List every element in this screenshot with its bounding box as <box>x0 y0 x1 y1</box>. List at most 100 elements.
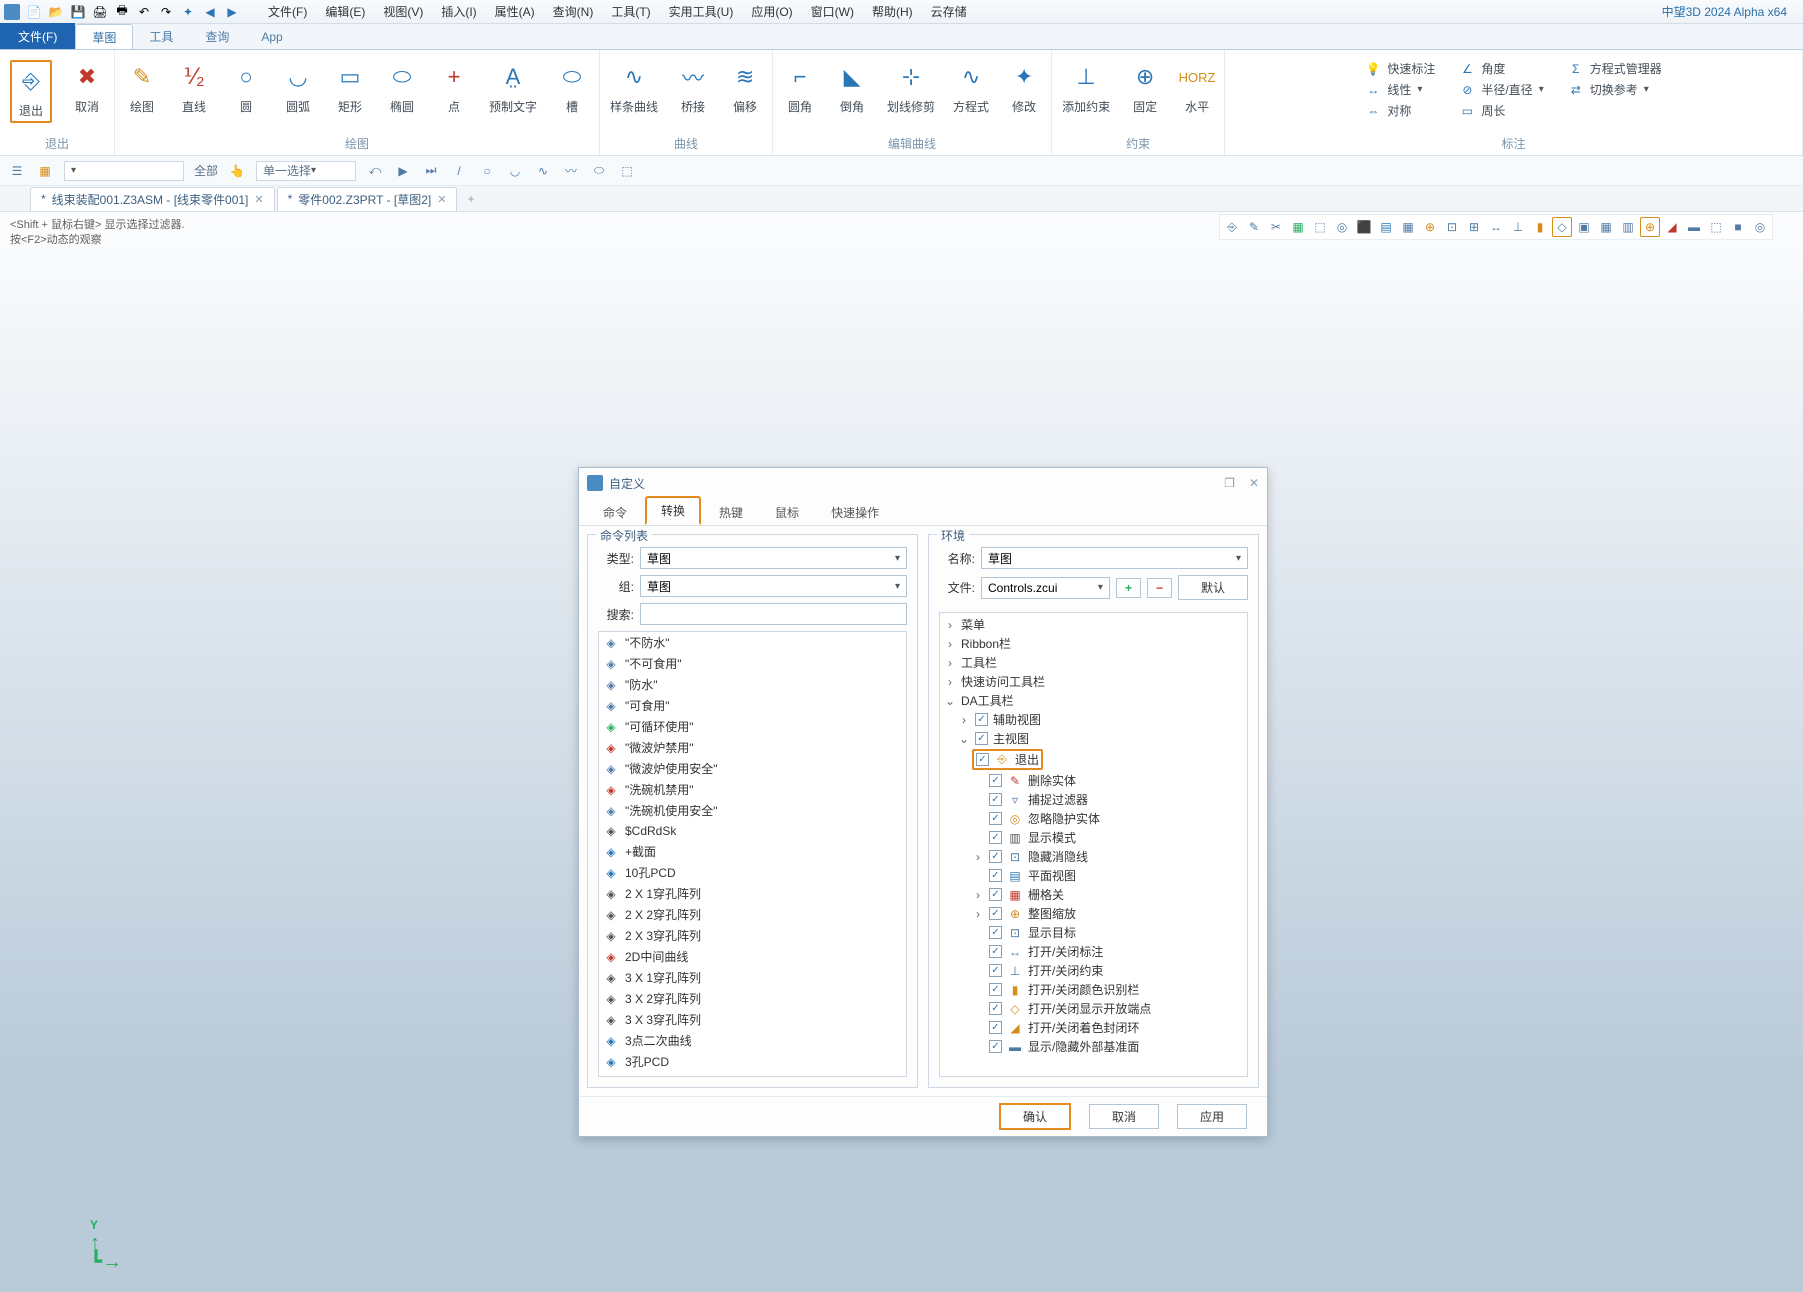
rect-button[interactable]: ▭矩形 <box>333 60 367 115</box>
bridge-button[interactable]: 〰桥接 <box>676 60 710 115</box>
arc-button[interactable]: ◡圆弧 <box>281 60 315 115</box>
list-item[interactable]: ◈3点二次曲线 <box>599 1030 906 1051</box>
tree-item[interactable]: ✓▬显示/隐藏外部基准面 <box>944 1037 1243 1056</box>
offset-button[interactable]: ≋偏移 <box>728 60 762 115</box>
file-select[interactable]: Controls.zcui▾ <box>981 577 1110 599</box>
tree-item[interactable]: ✓◇打开/关闭显示开放端点 <box>944 999 1243 1018</box>
cancel-button[interactable]: 取消 <box>1089 1104 1159 1129</box>
qi10[interactable]: ⬚ <box>618 162 636 180</box>
fillet-button[interactable]: ⌐圆角 <box>783 60 817 115</box>
qi3[interactable]: ⏭ <box>422 162 440 180</box>
ok-button[interactable]: 确认 <box>999 1103 1071 1130</box>
qat-print[interactable]: 🖨 <box>92 4 108 20</box>
add-tab[interactable]: + <box>459 192 482 206</box>
fix-button[interactable]: ⊕固定 <box>1128 60 1162 115</box>
list-item[interactable]: ◈3 X 1穿孔阵列 <box>599 967 906 988</box>
vt-22[interactable]: ▬ <box>1684 217 1704 237</box>
symmetry-button[interactable]: ⇔对称 <box>1365 102 1435 119</box>
qi4[interactable]: / <box>450 162 468 180</box>
selection-mode[interactable]: 单一选择▾ <box>256 161 356 181</box>
vt-12[interactable]: ⊞ <box>1464 217 1484 237</box>
list-item[interactable]: ◈2D中间曲线 <box>599 946 906 967</box>
horizontal-button[interactable]: HORZ水平 <box>1180 60 1214 115</box>
dtab-mouse[interactable]: 鼠标 <box>761 500 813 525</box>
tree-item[interactable]: ✓▥显示模式 <box>944 828 1243 847</box>
vt-6[interactable]: ◎ <box>1332 217 1352 237</box>
vt-1[interactable]: ⎆ <box>1222 217 1242 237</box>
qat-undo[interactable]: ↶ <box>136 4 152 20</box>
modify-button[interactable]: ✦修改 <box>1007 60 1041 115</box>
list-item[interactable]: ◈10孔PCD <box>599 862 906 883</box>
vt-10[interactable]: ⊕ <box>1420 217 1440 237</box>
list-item[interactable]: ◈"微波炉使用安全" <box>599 758 906 779</box>
line-button[interactable]: ⅟₂直线 <box>177 60 211 115</box>
tree-item[interactable]: ✓◢打开/关闭着色封闭环 <box>944 1018 1243 1037</box>
tree-item[interactable]: ✓⊥打开/关闭约束 <box>944 961 1243 980</box>
file-tab[interactable]: 文件(F) <box>0 23 75 49</box>
list-item[interactable]: ◈"不可食用" <box>599 653 906 674</box>
tree-item[interactable]: ✓▿捕捉过滤器 <box>944 790 1243 809</box>
tree-item[interactable]: ✓▮打开/关闭颜色识别栏 <box>944 980 1243 999</box>
tree-item[interactable]: ›Ribbon栏 <box>944 634 1243 653</box>
trim-button[interactable]: ⊹划线修剪 <box>887 60 935 115</box>
vt-18[interactable]: ▦ <box>1596 217 1616 237</box>
menu-window[interactable]: 窗口(W) <box>805 1 860 23</box>
qat-print2[interactable]: 🖶 <box>114 4 130 20</box>
default-button[interactable]: 默认 <box>1178 575 1248 600</box>
point-button[interactable]: +点 <box>437 60 471 115</box>
apply-button[interactable]: 应用 <box>1177 1104 1247 1129</box>
list-item[interactable]: ◈3孔PCD <box>599 1051 906 1072</box>
radius-button[interactable]: ⊘半径/直径▾ <box>1459 81 1543 98</box>
dialog-titlebar[interactable]: 自定义 ❐✕ <box>579 468 1267 498</box>
close-icon[interactable]: ✕ <box>1249 476 1259 490</box>
vt-11[interactable]: ⊡ <box>1442 217 1462 237</box>
qat-axis[interactable]: ✦ <box>180 4 196 20</box>
tree-item[interactable]: ✓↔打开/关闭标注 <box>944 942 1243 961</box>
name-select[interactable]: 草图▾ <box>981 547 1248 569</box>
vt-24[interactable]: ■ <box>1728 217 1748 237</box>
layer-select[interactable]: ▾ <box>64 161 184 181</box>
tree-item[interactable]: ⌄DA工具栏 <box>944 691 1243 710</box>
list-item[interactable]: ◈"防水" <box>599 674 906 695</box>
group-select[interactable]: 草图▾ <box>640 575 907 597</box>
tree-item[interactable]: ›菜单 <box>944 615 1243 634</box>
command-list[interactable]: ◈"不防水"◈"不可食用"◈"防水"◈"可食用"◈"可循环使用"◈"微波炉禁用"… <box>598 631 907 1077</box>
tree-item[interactable]: ›工具栏 <box>944 653 1243 672</box>
qi9[interactable]: ⬭ <box>590 162 608 180</box>
add-file-button[interactable]: + <box>1116 578 1141 598</box>
qat-save[interactable]: 💾 <box>70 4 86 20</box>
pick-icon[interactable]: 👆 <box>228 162 246 180</box>
tree-item-exit[interactable]: ✓⎆退出 <box>944 748 1243 771</box>
menu-insert[interactable]: 插入(I) <box>435 1 482 23</box>
list-item[interactable]: ◈2 X 2穿孔阵列 <box>599 904 906 925</box>
tree-item[interactable]: ›快速访问工具栏 <box>944 672 1243 691</box>
ellipse-button[interactable]: ⬭椭圆 <box>385 60 419 115</box>
list-item[interactable]: ◈+截面 <box>599 841 906 862</box>
vt-7[interactable]: ⬛ <box>1354 217 1374 237</box>
vt-25[interactable]: ◎ <box>1750 217 1770 237</box>
vt-8[interactable]: ▤ <box>1376 217 1396 237</box>
menu-view[interactable]: 视图(V) <box>377 1 429 23</box>
vt-5[interactable]: ⬚ <box>1310 217 1330 237</box>
perimeter-button[interactable]: ▭周长 <box>1459 102 1543 119</box>
remove-file-button[interactable]: − <box>1147 578 1172 598</box>
vt-9[interactable]: ▦ <box>1398 217 1418 237</box>
menu-edit[interactable]: 编辑(E) <box>319 1 371 23</box>
qat-fwd[interactable]: ▶ <box>224 4 240 20</box>
vt-15[interactable]: ▮ <box>1530 217 1550 237</box>
cancel-button[interactable]: ✖取消 <box>70 60 104 115</box>
qat-back[interactable]: ◀ <box>202 4 218 20</box>
eqmgr-button[interactable]: Σ方程式管理器 <box>1568 60 1662 77</box>
dtab-cmd[interactable]: 命令 <box>589 500 641 525</box>
dtab-hotkey[interactable]: 热键 <box>705 500 757 525</box>
dtab-transfer[interactable]: 转换 <box>645 496 701 525</box>
text-button[interactable]: A̤预制文字 <box>489 60 537 115</box>
tree-item[interactable]: ›✓⊕整图缩放 <box>944 904 1243 923</box>
tree-item[interactable]: ✓⊡显示目标 <box>944 923 1243 942</box>
doc-tab-1[interactable]: 线束装配001.Z3ASM - [线束零件001]✕ <box>30 187 275 211</box>
qi5[interactable]: ○ <box>478 162 496 180</box>
tree-item[interactable]: ✓▤平面视图 <box>944 866 1243 885</box>
slot-button[interactable]: ⬭槽 <box>555 60 589 115</box>
tab-tools[interactable]: 工具 <box>133 24 189 49</box>
search-input[interactable] <box>640 603 907 625</box>
